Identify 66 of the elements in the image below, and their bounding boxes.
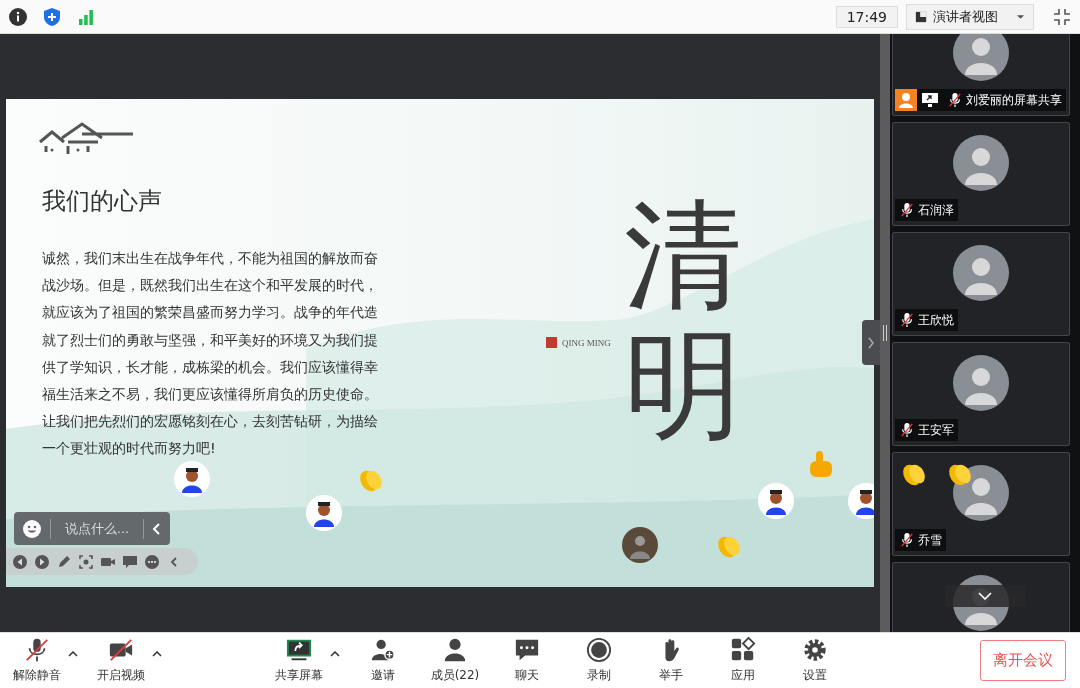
- next-icon[interactable]: [34, 553, 50, 570]
- add-user-icon: [370, 637, 396, 663]
- collapse-icon[interactable]: [152, 521, 162, 536]
- avatar-reaction-icon: [174, 461, 210, 497]
- apps-button[interactable]: 应用: [710, 637, 776, 684]
- members-button[interactable]: 成员(22): [422, 637, 488, 684]
- view-mode-dropdown[interactable]: 演讲者视图: [906, 3, 1034, 30]
- hand-button[interactable]: 举手: [638, 637, 704, 684]
- chevron-down-icon: [978, 592, 992, 600]
- caret-icon[interactable]: [152, 650, 162, 657]
- avatar-reaction-icon: [306, 495, 342, 531]
- comment-icon[interactable]: [122, 553, 138, 570]
- people-icon: [442, 637, 468, 663]
- participant-tile[interactable]: 王欣悦: [892, 232, 1070, 336]
- participant-name: 王欣悦: [918, 311, 954, 329]
- leave-meeting-button[interactable]: 离开会议: [980, 640, 1066, 681]
- previous-icon[interactable]: [12, 553, 28, 570]
- invite-button[interactable]: 邀请: [350, 637, 416, 684]
- resize-handle[interactable]: [883, 325, 887, 341]
- participant-tile[interactable]: 乔雪: [892, 452, 1070, 556]
- participant-name: 石润泽: [918, 201, 954, 219]
- layout-icon: [915, 10, 927, 23]
- seal-stamp-icon: [546, 337, 557, 348]
- caret-icon[interactable]: [330, 650, 340, 657]
- pen-icon[interactable]: [56, 553, 72, 570]
- chevron-right-icon: [867, 335, 875, 350]
- apps-icon: [730, 637, 756, 663]
- participant-name: 王安军: [918, 421, 954, 439]
- participant-tile[interactable]: 王安军: [892, 342, 1070, 446]
- video-camera-icon: [108, 637, 134, 663]
- exit-fullscreen-icon[interactable]: [1052, 6, 1072, 27]
- participant-name: 乔雪: [918, 531, 942, 549]
- chat-placeholder[interactable]: 说点什么...: [59, 519, 135, 538]
- participant-tile[interactable]: 石润泽: [892, 122, 1070, 226]
- chat-input-bar[interactable]: 说点什么...: [14, 512, 170, 545]
- mic-button[interactable]: 解除静音: [4, 637, 70, 684]
- calligraphy-title: 清明: [624, 191, 742, 451]
- participant-name: 刘爱丽的屏幕共享: [966, 91, 1062, 109]
- more-icon[interactable]: [144, 553, 160, 570]
- slide-subtitle: QING MING: [562, 337, 611, 348]
- avatar-icon: [953, 245, 1009, 301]
- microphone-icon: [24, 637, 50, 663]
- record-button[interactable]: 录制: [566, 637, 632, 684]
- slide-paragraph: 诚然，我们末出生在战争年代，不能为祖国的解放而奋战沙场。但是，既然我们出生在这个和平发展的时代，就应该为了祖国的繁荣昌盛而努力学习。战争的年代造就了烈士们的勇敢与坚强，和平美好的环境又为我们提供了学知识，长才能，成栋梁的机会。我们应该懂得幸福生活来之不易，我们更应该懂得所肩负的历史使命。让我们把先烈们的宏愿铭刻在心，去刻苦钻研，为描绘一个更壮观的时代而努力吧!: [42, 249, 379, 459]
- slide-title: 我们的心声: [42, 186, 162, 217]
- screen-share-icon: [286, 637, 312, 663]
- avatar-icon: [953, 355, 1009, 411]
- info-icon[interactable]: [8, 6, 28, 27]
- participant-tile[interactable]: 刘爱丽的屏幕共享: [892, 34, 1070, 116]
- chat-button[interactable]: 聊天: [494, 637, 560, 684]
- clock-time: 17:49: [835, 5, 898, 28]
- caret-icon[interactable]: [68, 650, 78, 657]
- smiley-icon[interactable]: [22, 518, 42, 539]
- avatar-photo-icon: [622, 527, 658, 563]
- video-button[interactable]: 开启视频: [88, 637, 154, 684]
- avatar-icon: [953, 135, 1009, 191]
- share-button[interactable]: 共享屏幕: [266, 637, 332, 684]
- settings-icon: [802, 637, 828, 663]
- shield-icon[interactable]: [42, 6, 62, 27]
- panel-toggle-button[interactable]: [862, 320, 880, 365]
- avatar-reaction-icon: [758, 483, 794, 519]
- record-icon: [586, 637, 612, 663]
- screen-share-icon: [921, 92, 939, 108]
- caret-icon: [1016, 13, 1025, 20]
- settings-button[interactable]: 设置: [782, 637, 848, 684]
- screenshot-icon[interactable]: [78, 553, 94, 570]
